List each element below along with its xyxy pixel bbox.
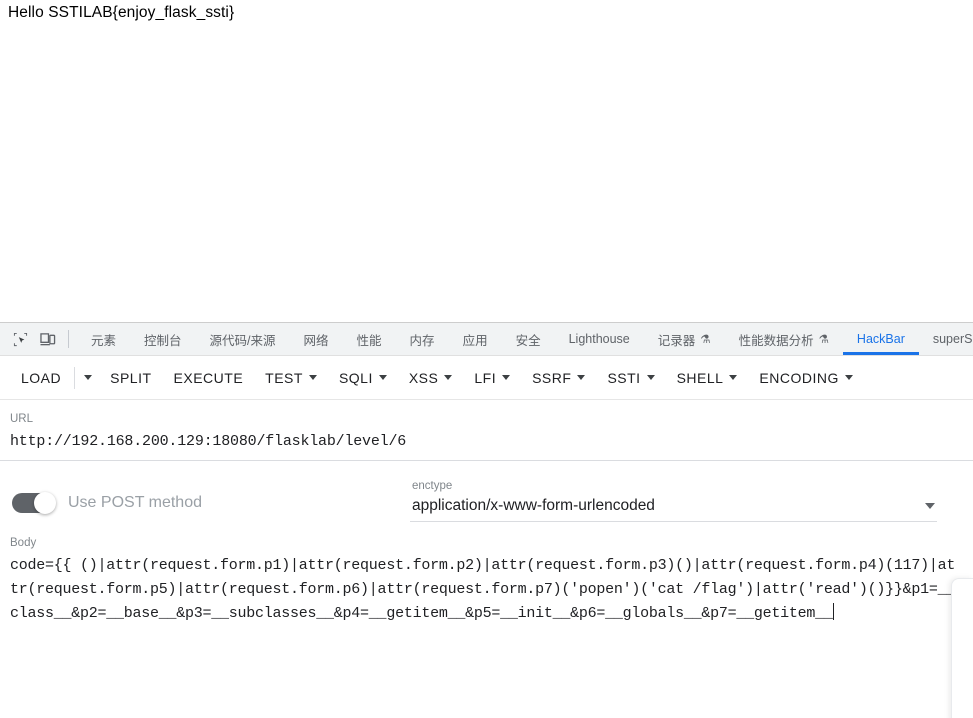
device-toolbar-icon[interactable]	[34, 326, 62, 352]
devtools-tab-11[interactable]: HackBar	[842, 323, 919, 355]
toolbar-button-label: SQLI	[338, 369, 373, 386]
toggle-knob	[34, 492, 56, 514]
inspect-element-icon[interactable]	[6, 326, 34, 352]
toolbar-separator	[74, 366, 76, 389]
toolbar-button-label: TEST	[265, 369, 303, 386]
url-input[interactable]	[0, 430, 973, 460]
chevron-down-icon	[502, 375, 511, 380]
devtools-tab-0[interactable]: 元素	[77, 323, 130, 355]
chevron-down-icon	[378, 375, 387, 380]
enctype-label: enctype	[412, 480, 453, 492]
devtools-tab-label: 记录器	[657, 333, 696, 348]
devtools-tab-2[interactable]: 源代码/来源	[196, 323, 290, 355]
toolbar-button-label: XSS	[408, 369, 439, 386]
load-button[interactable]: LOAD	[10, 363, 72, 393]
page-content-text: Hello SSTILAB{enjoy_flask_ssti}	[8, 4, 235, 21]
devtools-tab-label: 性能	[356, 333, 382, 348]
devtools-tab-1[interactable]: 控制台	[130, 323, 196, 355]
toolbar-button-label: SPLIT	[110, 369, 152, 386]
toolbar-button-label: EXECUTE	[173, 369, 244, 386]
ssti-button[interactable]: SSTI	[596, 363, 665, 393]
body-section: Body code={{ ()|attr(request.form.p1)|at…	[0, 522, 973, 626]
beaker-icon: ⚗	[818, 334, 829, 346]
devtools-tab-label: 内存	[409, 333, 435, 348]
devtools-tab-label: 性能数据分析	[738, 333, 814, 348]
devtools-tab-8[interactable]: Lighthouse	[555, 323, 644, 355]
body-field-label: Body	[10, 537, 37, 549]
load-dropdown-button[interactable]	[77, 368, 99, 387]
chevron-down-icon	[444, 375, 453, 380]
hackbar-toolbar: LOAD SPLIT EXECUTE TEST SQLI XSS LFI SSRF SSTI SH…	[0, 356, 973, 400]
devtools-tabs: 元素 控制台 源代码/来源 网络 性能 内存 应用 安全 Lighthouse 记录器 ⚗ 性能数据分…	[77, 323, 973, 355]
beaker-icon: ⚗	[700, 334, 711, 346]
devtools-tab-label: Lighthouse	[568, 332, 630, 346]
sqli-button[interactable]: SQLI	[328, 363, 398, 393]
toolbar-button-label: SSRF	[532, 369, 572, 386]
toolbar-button-label: SHELL	[676, 369, 724, 386]
chevron-down-icon	[84, 375, 93, 380]
encoding-button[interactable]: ENCODING	[748, 363, 863, 393]
devtools-tab-label: 网络	[303, 333, 329, 348]
devtools-tabstrip: 元素 控制台 源代码/来源 网络 性能 内存 应用 安全 Lighthouse 记录器 ⚗ 性能数据分…	[0, 323, 973, 356]
shell-button[interactable]: SHELL	[666, 363, 749, 393]
use-post-method-label: Use POST method	[68, 494, 202, 511]
text-cursor	[832, 603, 834, 620]
devtools-panel: 元素 控制台 源代码/来源 网络 性能 内存 应用 安全 Lighthouse 记录器 ⚗ 性能数据分…	[0, 322, 973, 718]
devtools-tab-7[interactable]: 安全	[502, 323, 555, 355]
body-textarea[interactable]: code={{ ()|attr(request.form.p1)|attr(re…	[0, 554, 973, 626]
devtools-tab-label: 源代码/来源	[209, 333, 276, 348]
devtools-tab-label: 应用	[462, 333, 488, 348]
post-method-row: Use POST method enctype application/x-ww…	[0, 461, 973, 522]
devtools-tab-3[interactable]: 网络	[290, 323, 343, 355]
toolbar-button-label: LFI	[474, 369, 497, 386]
body-text: code={{ ()|attr(request.form.p1)|attr(re…	[10, 557, 956, 622]
lfi-button[interactable]: LFI	[463, 363, 521, 393]
devtools-tab-label: superSearchPlusT	[932, 332, 973, 346]
devtools-tab-10[interactable]: 性能数据分析 ⚗	[725, 323, 843, 355]
devtools-tab-label: HackBar	[856, 332, 905, 346]
toolbar-button-label: SSTI	[607, 369, 641, 386]
enctype-selected-value: application/x-www-form-urlencoded	[412, 497, 655, 514]
chevron-down-icon[interactable]	[925, 503, 935, 509]
chevron-down-icon	[844, 375, 853, 380]
use-post-method-toggle[interactable]	[12, 492, 56, 514]
execute-button[interactable]: EXECUTE	[163, 363, 255, 393]
hackbar-form: URL Use POST method enctype application/…	[0, 400, 973, 718]
devtools-tab-label: 安全	[515, 333, 541, 348]
chevron-down-icon	[646, 375, 655, 380]
post-method-toggle-group: Use POST method	[0, 492, 410, 514]
ssrf-button[interactable]: SSRF	[521, 363, 596, 393]
devtools-tool-icons	[0, 323, 77, 355]
chevron-down-icon	[729, 375, 738, 380]
toolbar-button-label: ENCODING	[759, 369, 839, 386]
devtools-tab-12[interactable]: superSearchPlusT	[919, 323, 973, 355]
chevron-down-icon	[577, 375, 586, 380]
chevron-down-icon	[308, 375, 317, 380]
browser-page-viewport: Hello SSTILAB{enjoy_flask_ssti}	[0, 0, 973, 322]
toolbar-divider	[68, 330, 69, 348]
enctype-group: enctype application/x-www-form-urlencode…	[410, 479, 973, 522]
devtools-tab-4[interactable]: 性能	[343, 323, 396, 355]
devtools-tab-9[interactable]: 记录器 ⚗	[644, 323, 725, 355]
split-button[interactable]: SPLIT	[99, 363, 162, 393]
devtools-tab-label: 控制台	[144, 333, 182, 348]
devtools-tab-5[interactable]: 内存	[396, 323, 449, 355]
url-field-label: URL	[10, 413, 34, 425]
test-button[interactable]: TEST	[254, 363, 328, 393]
url-field-row	[0, 430, 973, 461]
xss-button[interactable]: XSS	[398, 363, 464, 393]
enctype-select[interactable]: application/x-www-form-urlencoded	[410, 497, 937, 522]
devtools-tab-6[interactable]: 应用	[449, 323, 502, 355]
devtools-tab-label: 元素	[91, 333, 117, 348]
toolbar-button-label: LOAD	[21, 369, 62, 386]
